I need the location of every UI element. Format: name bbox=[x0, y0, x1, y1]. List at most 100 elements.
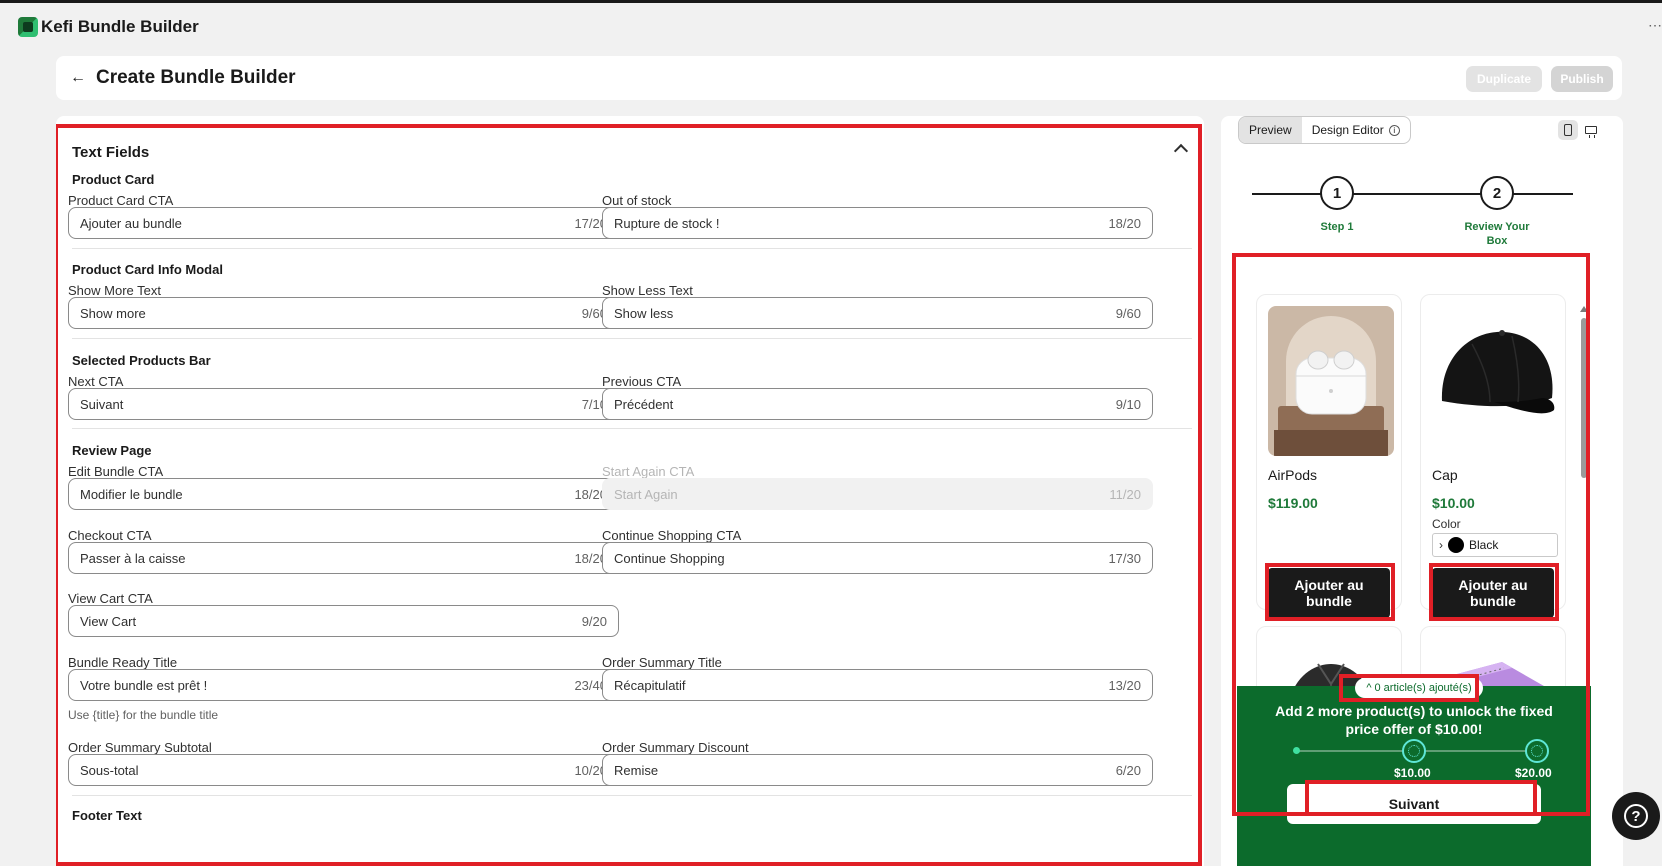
help-text: Use {title} for the bundle title bbox=[68, 708, 219, 722]
char-count: 6/20 bbox=[1115, 762, 1141, 778]
field-label: Product Card CTA bbox=[68, 193, 174, 208]
desktop-view-button[interactable] bbox=[1581, 120, 1601, 140]
field-value: Précédent bbox=[614, 396, 674, 412]
product-card: AirPods $119.00 Ajouter au bundle bbox=[1256, 294, 1402, 621]
step-1-circle[interactable]: 1 bbox=[1320, 176, 1354, 210]
milestone-label: $20.00 bbox=[1515, 766, 1552, 780]
collapse-chevron-icon[interactable] bbox=[1173, 143, 1189, 159]
app-logo-icon bbox=[18, 17, 38, 37]
milestone-gift-icon bbox=[1525, 739, 1549, 763]
tab-label: Design Editor bbox=[1311, 123, 1384, 137]
field-label: View Cart CTA bbox=[68, 591, 153, 606]
help-button[interactable]: ? bbox=[1612, 792, 1660, 840]
bundle-preview: AirPods $119.00 Ajouter au bundle Cap $1… bbox=[1237, 266, 1591, 866]
added-count-text: 0 article(s) ajouté(s) bbox=[1374, 682, 1472, 694]
duplicate-button[interactable]: Duplicate bbox=[1466, 66, 1542, 92]
field-value: Continue Shopping bbox=[614, 550, 725, 566]
page-header: ← Create Bundle Builder Duplicate Publis… bbox=[56, 56, 1622, 100]
field-label: Previous CTA bbox=[602, 374, 682, 389]
field-value: Start Again bbox=[614, 486, 678, 502]
step-2-circle[interactable]: 2 bbox=[1480, 176, 1514, 210]
field-label: Order Summary Discount bbox=[602, 740, 749, 755]
char-count: 18/20 bbox=[1108, 215, 1141, 231]
order-summary-subtotal-input[interactable]: Sous-total 10/20 bbox=[68, 754, 619, 786]
product-image-cap bbox=[1432, 306, 1558, 456]
scroll-up-icon[interactable] bbox=[1580, 306, 1588, 312]
add-to-bundle-button[interactable]: Ajouter au bundle bbox=[1268, 568, 1390, 618]
help-icon: ? bbox=[1624, 804, 1648, 828]
char-count: 17/30 bbox=[1108, 550, 1141, 566]
start-again-cta-input: Start Again 11/20 bbox=[602, 478, 1153, 510]
view-cart-cta-input[interactable]: View Cart 9/20 bbox=[68, 605, 619, 637]
scrollbar[interactable] bbox=[1580, 306, 1588, 696]
bundle-ready-title-input[interactable]: Votre bundle est prêt ! 23/40 bbox=[68, 669, 619, 701]
group-title-review-page: Review Page bbox=[72, 443, 152, 458]
field-value: Votre bundle est prêt ! bbox=[80, 677, 208, 693]
back-arrow-icon[interactable]: ← bbox=[70, 69, 94, 87]
scroll-thumb[interactable] bbox=[1581, 318, 1587, 478]
divider bbox=[72, 428, 1192, 429]
step-1-label: Step 1 bbox=[1320, 221, 1354, 233]
order-summary-title-input[interactable]: Récapitulatif 13/20 bbox=[602, 669, 1153, 701]
order-summary-discount-input[interactable]: Remise 6/20 bbox=[602, 754, 1153, 786]
field-value: View Cart bbox=[80, 613, 137, 629]
info-icon: i bbox=[1388, 124, 1400, 136]
stepper-line bbox=[1535, 193, 1573, 195]
product-card: Cap $10.00 Color › Black Ajouter au bund… bbox=[1420, 294, 1566, 621]
milestone-inner bbox=[1531, 745, 1543, 757]
divider bbox=[72, 248, 1192, 249]
mobile-view-button[interactable] bbox=[1558, 120, 1578, 140]
color-swatch bbox=[1448, 537, 1464, 553]
more-options-icon[interactable]: ⋯ bbox=[1648, 17, 1662, 34]
show-more-input[interactable]: Show more 9/60 bbox=[68, 297, 619, 329]
product-image-airpods bbox=[1268, 306, 1394, 456]
milestone-inner bbox=[1408, 745, 1420, 757]
field-value: Rupture de stock ! bbox=[614, 215, 720, 231]
section-title: Text Fields bbox=[72, 144, 150, 161]
chevron-right-icon: › bbox=[1439, 538, 1443, 552]
checkout-cta-input[interactable]: Passer à la caisse 18/20 bbox=[68, 542, 619, 574]
tab-label: Preview bbox=[1249, 123, 1292, 137]
field-label: Next CTA bbox=[68, 374, 124, 389]
char-count: 11/20 bbox=[1109, 486, 1141, 502]
previous-cta-input[interactable]: Précédent 9/10 bbox=[602, 388, 1153, 420]
edit-bundle-cta-input[interactable]: Modifier le bundle 18/20 bbox=[68, 478, 619, 510]
next-cta-input[interactable]: Suivant 7/10 bbox=[68, 388, 619, 420]
milestone-label: $10.00 bbox=[1394, 766, 1431, 780]
field-label: Bundle Ready Title bbox=[68, 655, 178, 670]
desktop-icon bbox=[1585, 126, 1597, 138]
field-value: Suivant bbox=[80, 396, 124, 412]
product-name: AirPods bbox=[1268, 467, 1318, 483]
field-value: Passer à la caisse bbox=[80, 550, 186, 566]
show-less-input[interactable]: Show less 9/60 bbox=[602, 297, 1153, 329]
product-name: Cap bbox=[1432, 467, 1458, 483]
field-value: Modifier le bundle bbox=[80, 486, 183, 502]
field-value: Sous-total bbox=[80, 762, 139, 778]
offer-text: Add 2 more product(s) to unlock the fixe… bbox=[1275, 703, 1553, 737]
product-card-cta-input[interactable]: Ajouter au bundle 17/20 bbox=[68, 207, 619, 239]
out-of-stock-input[interactable]: Rupture de stock ! 18/20 bbox=[602, 207, 1153, 239]
field-label: Edit Bundle CTA bbox=[68, 464, 164, 479]
text-fields-card: Text Fields Product Card Product Card CT… bbox=[56, 116, 1204, 866]
app-bar: Kefi Bundle Builder ⋯ bbox=[0, 3, 1662, 51]
group-title-footer: Footer Text bbox=[72, 808, 142, 823]
app-title: Kefi Bundle Builder bbox=[41, 17, 199, 36]
add-to-bundle-button[interactable]: Ajouter au bundle bbox=[1432, 568, 1554, 618]
continue-shopping-cta-input[interactable]: Continue Shopping 17/30 bbox=[602, 542, 1153, 574]
publish-button[interactable]: Publish bbox=[1551, 66, 1613, 92]
color-select[interactable]: › Black bbox=[1432, 533, 1558, 557]
field-value: Ajouter au bundle bbox=[80, 215, 182, 231]
preview-card: Preview Design Editor i 1 2 Step 1 Review… bbox=[1221, 116, 1623, 866]
added-count-pill[interactable]: ^ 0 article(s) ajouté(s) bbox=[1355, 678, 1483, 698]
field-value: Show more bbox=[80, 305, 146, 321]
tab-design-editor[interactable]: Design Editor i bbox=[1302, 117, 1410, 143]
next-button[interactable]: Suivant bbox=[1287, 784, 1541, 824]
char-count: 13/20 bbox=[1108, 677, 1141, 693]
page-title: Create Bundle Builder bbox=[96, 67, 296, 88]
field-label: Start Again CTA bbox=[602, 464, 695, 479]
group-title-info-modal: Product Card Info Modal bbox=[72, 262, 223, 277]
tab-preview[interactable]: Preview bbox=[1239, 117, 1302, 143]
product-price: $10.00 bbox=[1432, 495, 1475, 511]
product-price: $119.00 bbox=[1268, 495, 1318, 511]
char-count: 9/10 bbox=[1115, 396, 1141, 412]
